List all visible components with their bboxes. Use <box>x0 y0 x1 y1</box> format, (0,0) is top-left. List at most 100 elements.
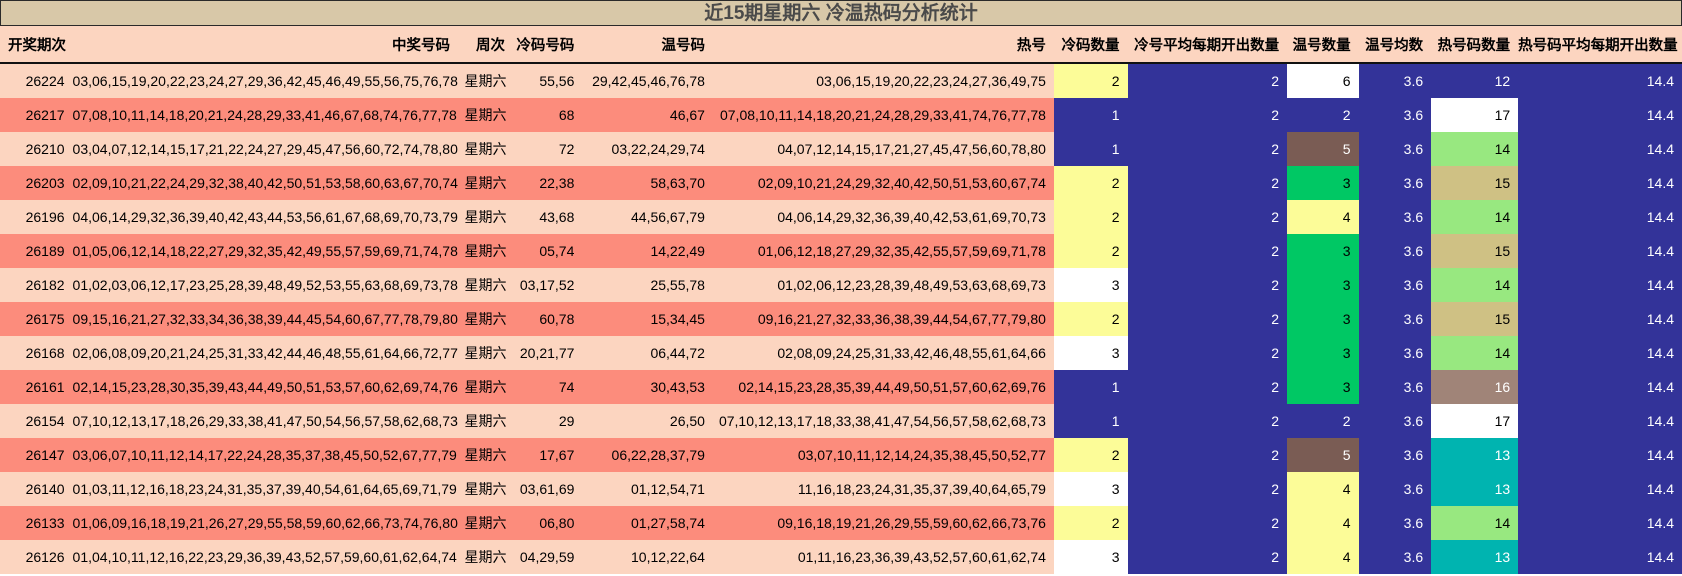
cell-numbers[interactable]: 01,05,06,12,14,18,22,27,29,32,35,42,49,5… <box>72 234 459 268</box>
cell-cold-count[interactable]: 2 <box>1053 506 1128 540</box>
cell-week[interactable]: 星期六 <box>458 200 513 234</box>
cell-cold-avg[interactable]: 2 <box>1127 302 1288 336</box>
cell-hot-count[interactable]: 15 <box>1431 234 1519 268</box>
cell-warm[interactable]: 26,50 <box>582 404 713 438</box>
cell-period[interactable]: 26133 <box>0 506 73 540</box>
cell-period[interactable]: 26175 <box>0 302 73 336</box>
cell-cold-avg[interactable]: 2 <box>1127 98 1288 132</box>
cell-cold[interactable]: 03,17,52 <box>512 268 583 302</box>
cell-hot-avg[interactable]: 14.4 <box>1518 506 1682 540</box>
cell-numbers[interactable]: 03,04,07,12,14,15,17,21,22,24,27,29,45,4… <box>72 132 459 166</box>
cell-numbers[interactable]: 02,14,15,23,28,30,35,39,43,44,49,50,51,5… <box>72 370 459 404</box>
cell-warm[interactable]: 06,22,28,37,79 <box>582 438 713 472</box>
cell-cold[interactable]: 22,38 <box>512 166 583 200</box>
cell-warm-count[interactable]: 4 <box>1287 506 1359 540</box>
cell-warm[interactable]: 01,12,54,71 <box>582 472 713 506</box>
cell-warm-avg[interactable]: 3.6 <box>1358 506 1432 540</box>
cell-cold[interactable]: 03,61,69 <box>512 472 583 506</box>
table-row[interactable]: 26196 04,06,14,29,32,36,39,40,42,43,44,53… <box>0 200 1682 234</box>
cell-warm-count[interactable]: 2 <box>1287 404 1359 438</box>
table-row[interactable]: 26224 03,06,15,19,20,22,23,24,27,29,36,42… <box>0 63 1682 98</box>
cell-period[interactable]: 26161 <box>0 370 73 404</box>
cell-warm[interactable]: 15,34,45 <box>582 302 713 336</box>
cell-warm-avg[interactable]: 3.6 <box>1358 132 1432 166</box>
cell-hot-count[interactable]: 14 <box>1431 506 1519 540</box>
cell-warm[interactable]: 10,12,22,64 <box>582 540 713 574</box>
cell-warm-count[interactable]: 3 <box>1287 336 1359 370</box>
cell-week[interactable]: 星期六 <box>458 370 513 404</box>
cell-cold-count[interactable]: 1 <box>1053 98 1128 132</box>
cell-period[interactable]: 26140 <box>0 472 73 506</box>
cell-numbers[interactable]: 03,06,07,10,11,12,14,17,22,24,28,35,37,3… <box>72 438 459 472</box>
cell-hot-count[interactable]: 17 <box>1431 404 1519 438</box>
col-header-numbers[interactable]: 中奖号码 <box>72 26 459 64</box>
cell-cold-avg[interactable]: 2 <box>1127 472 1288 506</box>
cell-warm-avg[interactable]: 3.6 <box>1358 98 1432 132</box>
cell-hot-count[interactable]: 17 <box>1431 98 1519 132</box>
cell-cold-count[interactable]: 3 <box>1053 472 1128 506</box>
cell-warm[interactable]: 58,63,70 <box>582 166 713 200</box>
cell-week[interactable]: 星期六 <box>458 506 513 540</box>
cell-hot-avg[interactable]: 14.4 <box>1518 98 1682 132</box>
cell-warm-count[interactable]: 4 <box>1287 540 1359 574</box>
cell-numbers[interactable]: 03,06,15,19,20,22,23,24,27,29,36,42,45,4… <box>72 63 459 98</box>
cell-numbers[interactable]: 02,09,10,21,22,24,29,32,38,40,42,50,51,5… <box>72 166 459 200</box>
cell-warm-avg[interactable]: 3.6 <box>1358 404 1432 438</box>
cell-cold-count[interactable]: 1 <box>1053 132 1128 166</box>
cell-hot-avg[interactable]: 14.4 <box>1518 132 1682 166</box>
cell-period[interactable]: 26182 <box>0 268 73 302</box>
cell-warm-avg[interactable]: 3.6 <box>1358 63 1432 98</box>
cell-cold-count[interactable]: 2 <box>1053 302 1128 336</box>
cell-cold[interactable]: 05,74 <box>512 234 583 268</box>
cell-hot[interactable]: 01,06,12,18,27,29,32,35,42,55,57,59,69,7… <box>712 234 1054 268</box>
cell-cold[interactable]: 74 <box>512 370 583 404</box>
cell-hot[interactable]: 07,08,10,11,14,18,20,21,24,28,29,33,41,7… <box>712 98 1054 132</box>
cell-hot[interactable]: 02,08,09,24,25,31,33,42,46,48,55,61,64,6… <box>712 336 1054 370</box>
cell-hot[interactable]: 02,09,10,21,24,29,32,40,42,50,51,53,60,6… <box>712 166 1054 200</box>
table-row[interactable]: 26126 01,04,10,11,12,16,22,23,29,36,39,43… <box>0 540 1682 574</box>
cell-hot-count[interactable]: 14 <box>1431 268 1519 302</box>
cell-hot[interactable]: 03,06,15,19,20,22,23,24,27,36,49,75 <box>712 63 1054 98</box>
cell-warm[interactable]: 46,67 <box>582 98 713 132</box>
cell-hot[interactable]: 04,07,12,14,15,17,21,27,45,47,56,60,78,8… <box>712 132 1054 166</box>
cell-warm-count[interactable]: 4 <box>1287 472 1359 506</box>
cell-cold-count[interactable]: 3 <box>1053 336 1128 370</box>
cell-warm-avg[interactable]: 3.6 <box>1358 370 1432 404</box>
cell-cold[interactable]: 55,56 <box>512 63 583 98</box>
cell-cold[interactable]: 68 <box>512 98 583 132</box>
cell-numbers[interactable]: 09,15,16,21,27,32,33,34,36,38,39,44,45,5… <box>72 302 459 336</box>
cell-cold-avg[interactable]: 2 <box>1127 438 1288 472</box>
cell-hot-count[interactable]: 14 <box>1431 200 1519 234</box>
cell-warm[interactable]: 03,22,24,29,74 <box>582 132 713 166</box>
cell-week[interactable]: 星期六 <box>458 63 513 98</box>
cell-hot-avg[interactable]: 14.4 <box>1518 404 1682 438</box>
cell-numbers[interactable]: 01,04,10,11,12,16,22,23,29,36,39,43,52,5… <box>72 540 459 574</box>
cell-week[interactable]: 星期六 <box>458 438 513 472</box>
cell-numbers[interactable]: 04,06,14,29,32,36,39,40,42,43,44,53,56,6… <box>72 200 459 234</box>
cell-hot-avg[interactable]: 14.4 <box>1518 540 1682 574</box>
col-header-warm-avg[interactable]: 温号均数 <box>1358 26 1432 64</box>
cell-numbers[interactable]: 01,02,03,06,12,17,23,25,28,39,48,49,52,5… <box>72 268 459 302</box>
cell-warm-avg[interactable]: 3.6 <box>1358 268 1432 302</box>
cell-hot-avg[interactable]: 14.4 <box>1518 336 1682 370</box>
cell-hot[interactable]: 07,10,12,13,17,18,33,38,41,47,54,56,57,5… <box>712 404 1054 438</box>
cell-hot-count[interactable]: 15 <box>1431 302 1519 336</box>
cell-week[interactable]: 星期六 <box>458 302 513 336</box>
cell-warm-avg[interactable]: 3.6 <box>1358 166 1432 200</box>
cell-warm-count[interactable]: 3 <box>1287 302 1359 336</box>
cell-cold[interactable]: 20,21,77 <box>512 336 583 370</box>
table-row[interactable]: 26133 01,06,09,16,18,19,21,26,27,29,55,58… <box>0 506 1682 540</box>
cell-warm[interactable]: 14,22,49 <box>582 234 713 268</box>
cell-hot-avg[interactable]: 14.4 <box>1518 302 1682 336</box>
cell-hot-count[interactable]: 13 <box>1431 540 1519 574</box>
col-header-period[interactable]: 开奖期次 <box>0 26 73 64</box>
cell-week[interactable]: 星期六 <box>458 404 513 438</box>
cell-week[interactable]: 星期六 <box>458 472 513 506</box>
table-row[interactable]: 26210 03,04,07,12,14,15,17,21,22,24,27,29… <box>0 132 1682 166</box>
table-row[interactable]: 26189 01,05,06,12,14,18,22,27,29,32,35,42… <box>0 234 1682 268</box>
cell-warm-count[interactable]: 5 <box>1287 438 1359 472</box>
cell-hot[interactable]: 09,16,21,27,32,33,36,38,39,44,54,67,77,7… <box>712 302 1054 336</box>
cell-hot[interactable]: 01,11,16,23,36,39,43,52,57,60,61,62,74 <box>712 540 1054 574</box>
cell-period[interactable]: 26189 <box>0 234 73 268</box>
cell-hot-count[interactable]: 16 <box>1431 370 1519 404</box>
